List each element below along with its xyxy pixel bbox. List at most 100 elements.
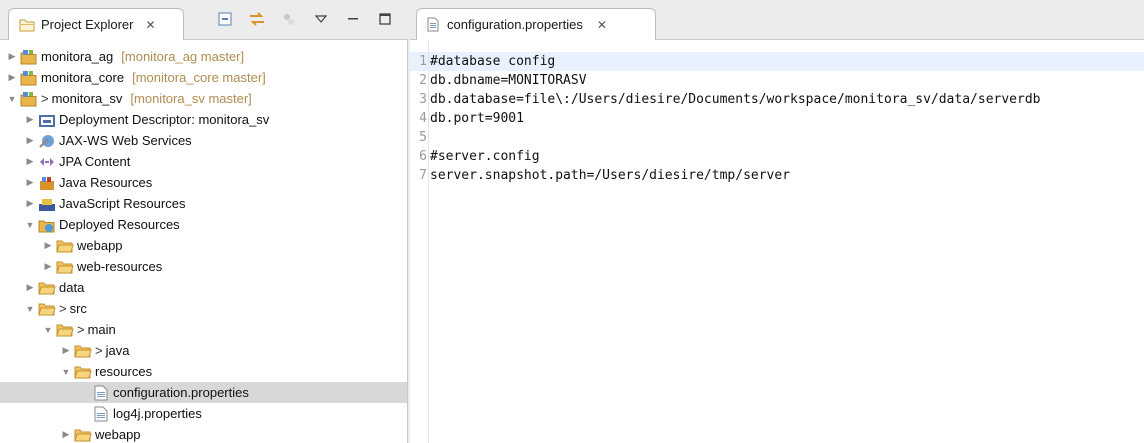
tree-item[interactable]: ▼ > main [0,319,407,340]
code-text[interactable]: db.port=9001 [430,111,524,126]
tree-item-label: Deployed Resources [59,217,180,232]
chevron-right-icon[interactable]: ▶ [42,261,54,272]
java-resources-icon [38,175,56,191]
tree-item[interactable]: ▶ JAX-WS Web Services [0,130,407,151]
chevron-right-icon[interactable]: ▶ [24,135,36,146]
code-editor[interactable]: 1 #database config 2 db.dbname=MONITORASV 3 d… [410,52,1144,185]
tree-item-label: resources [95,364,153,379]
code-text[interactable]: #database config [430,54,555,69]
code-line[interactable]: 2 db.dbname=MONITORASV [410,71,1144,90]
tree-item[interactable]: ▶ Java Resources [0,172,407,193]
deployment-descriptor-icon [38,112,56,128]
code-line[interactable]: 7 server.snapshot.path=/Users/diesire/tmp… [410,166,1144,185]
tree-item[interactable]: ▶ JavaScript Resources [0,193,407,214]
tree-item-label: Deployment Descriptor: monitora_sv [59,112,270,127]
project-icon [20,91,38,107]
tree-item[interactable]: ▼ resources [0,361,407,382]
filters-icon[interactable] [280,10,298,28]
line-number: 6 [419,149,427,164]
minimize-icon[interactable] [344,10,362,28]
code-line[interactable]: 5 [410,128,1144,147]
git-dirty-marker: > [59,301,67,316]
chevron-down-icon[interactable]: ▼ [24,220,36,230]
git-branch-label: [monitora_ag master] [121,49,245,64]
tree-item[interactable]: ▼ > monitora_sv [monitora_sv master] [0,88,407,109]
code-text[interactable]: #server.config [430,149,540,164]
tab-configuration-properties[interactable]: configuration.properties ✕ [416,8,656,40]
code-text[interactable]: db.database=file\:/Users/diesire/Documen… [430,92,1040,107]
line-number: 7 [419,168,427,183]
tree-item[interactable]: ▶ web-resources [0,256,407,277]
tree-item-label: JavaScript Resources [59,196,186,211]
tree-item[interactable]: ▶ monitora_core [monitora_core master] [0,67,407,88]
tab-project-explorer-label: Project Explorer [41,17,134,32]
folder-icon [56,322,74,338]
tree-item[interactable]: ▶ data [0,277,407,298]
tree-item[interactable]: log4j.properties [0,403,407,424]
code-line[interactable]: 4 db.port=9001 [410,109,1144,128]
line-number: 2 [419,73,427,88]
project-icon [20,49,38,65]
code-line[interactable]: 6 #server.config [410,147,1144,166]
chevron-down-icon[interactable]: ▼ [42,325,54,335]
chevron-down-icon[interactable]: ▼ [6,94,18,104]
tree-item-label: log4j.properties [113,406,202,421]
tree-item[interactable]: ▼ Deployed Resources [0,214,407,235]
chevron-right-icon[interactable]: ▶ [24,282,36,293]
chevron-right-icon[interactable]: ▶ [60,345,72,356]
line-number: 1 [419,54,427,69]
git-dirty-marker: > [77,322,85,337]
tree-item-label: JAX-WS Web Services [59,133,192,148]
tree-item[interactable]: ▶ webapp [0,235,407,256]
chevron-down-icon[interactable]: ▼ [24,304,36,314]
deployed-resources-icon [38,217,56,233]
line-number: 3 [419,92,427,107]
code-text[interactable]: db.dbname=MONITORASV [430,73,587,88]
tree-item[interactable]: ▶ Deployment Descriptor: monitora_sv [0,109,407,130]
chevron-down-icon[interactable]: ▼ [60,367,72,377]
chevron-right-icon[interactable]: ▶ [24,114,36,125]
jpa-icon [38,154,56,170]
tree-item-label: main [87,322,116,337]
maximize-icon[interactable] [376,10,394,28]
link-with-editor-icon[interactable] [248,10,266,28]
code-line[interactable]: 3 db.database=file\:/Users/diesire/Docume… [410,90,1144,109]
close-icon[interactable]: ✕ [597,18,607,32]
tree-item[interactable]: ▶ > java [0,340,407,361]
chevron-right-icon[interactable]: ▶ [24,177,36,188]
properties-file-icon [427,17,439,32]
tree-item[interactable]: ▼ > src [0,298,407,319]
tree-item-label: monitora_sv [51,91,123,106]
folder-icon [38,280,56,296]
chevron-right-icon[interactable]: ▶ [6,72,18,83]
tree-item-label: JPA Content [59,154,131,169]
editor-area: configuration.properties ✕ 1 #database co… [410,0,1144,443]
tree-item-label: Java Resources [59,175,153,190]
tree-item-label: java [105,343,130,358]
chevron-right-icon[interactable]: ▶ [6,51,18,62]
close-icon[interactable]: ✕ [145,18,155,32]
chevron-right-icon[interactable]: ▶ [24,156,36,167]
folder-icon [56,238,74,254]
git-branch-label: [monitora_sv master] [130,91,252,106]
tree-item-label: src [69,301,87,316]
code-text[interactable]: server.snapshot.path=/Users/diesire/tmp/… [430,168,790,183]
folder-icon [74,343,92,359]
chevron-right-icon[interactable]: ▶ [42,240,54,251]
tree-item[interactable]: ▶ webapp [0,424,407,443]
tree-item[interactable]: ▶ monitora_ag [monitora_ag master] [0,46,407,67]
tab-project-explorer[interactable]: Project Explorer ✕ [8,8,184,40]
folder-icon [56,259,74,275]
git-branch-label: [monitora_core master] [132,70,266,85]
tree-item[interactable]: configuration.properties [0,382,407,403]
properties-file-icon [92,385,110,401]
code-line[interactable]: 1 #database config [410,52,1144,71]
collapse-all-icon[interactable] [216,10,234,28]
tree-item[interactable]: ▶ JPA Content [0,151,407,172]
chevron-right-icon[interactable]: ▶ [24,198,36,209]
properties-file-icon [92,406,110,422]
chevron-right-icon[interactable]: ▶ [60,429,72,440]
view-menu-icon[interactable] [312,10,330,28]
project-tree[interactable]: ▶ monitora_ag [monitora_ag master] ▶ monitor… [0,46,407,443]
project-explorer-icon [19,19,35,31]
